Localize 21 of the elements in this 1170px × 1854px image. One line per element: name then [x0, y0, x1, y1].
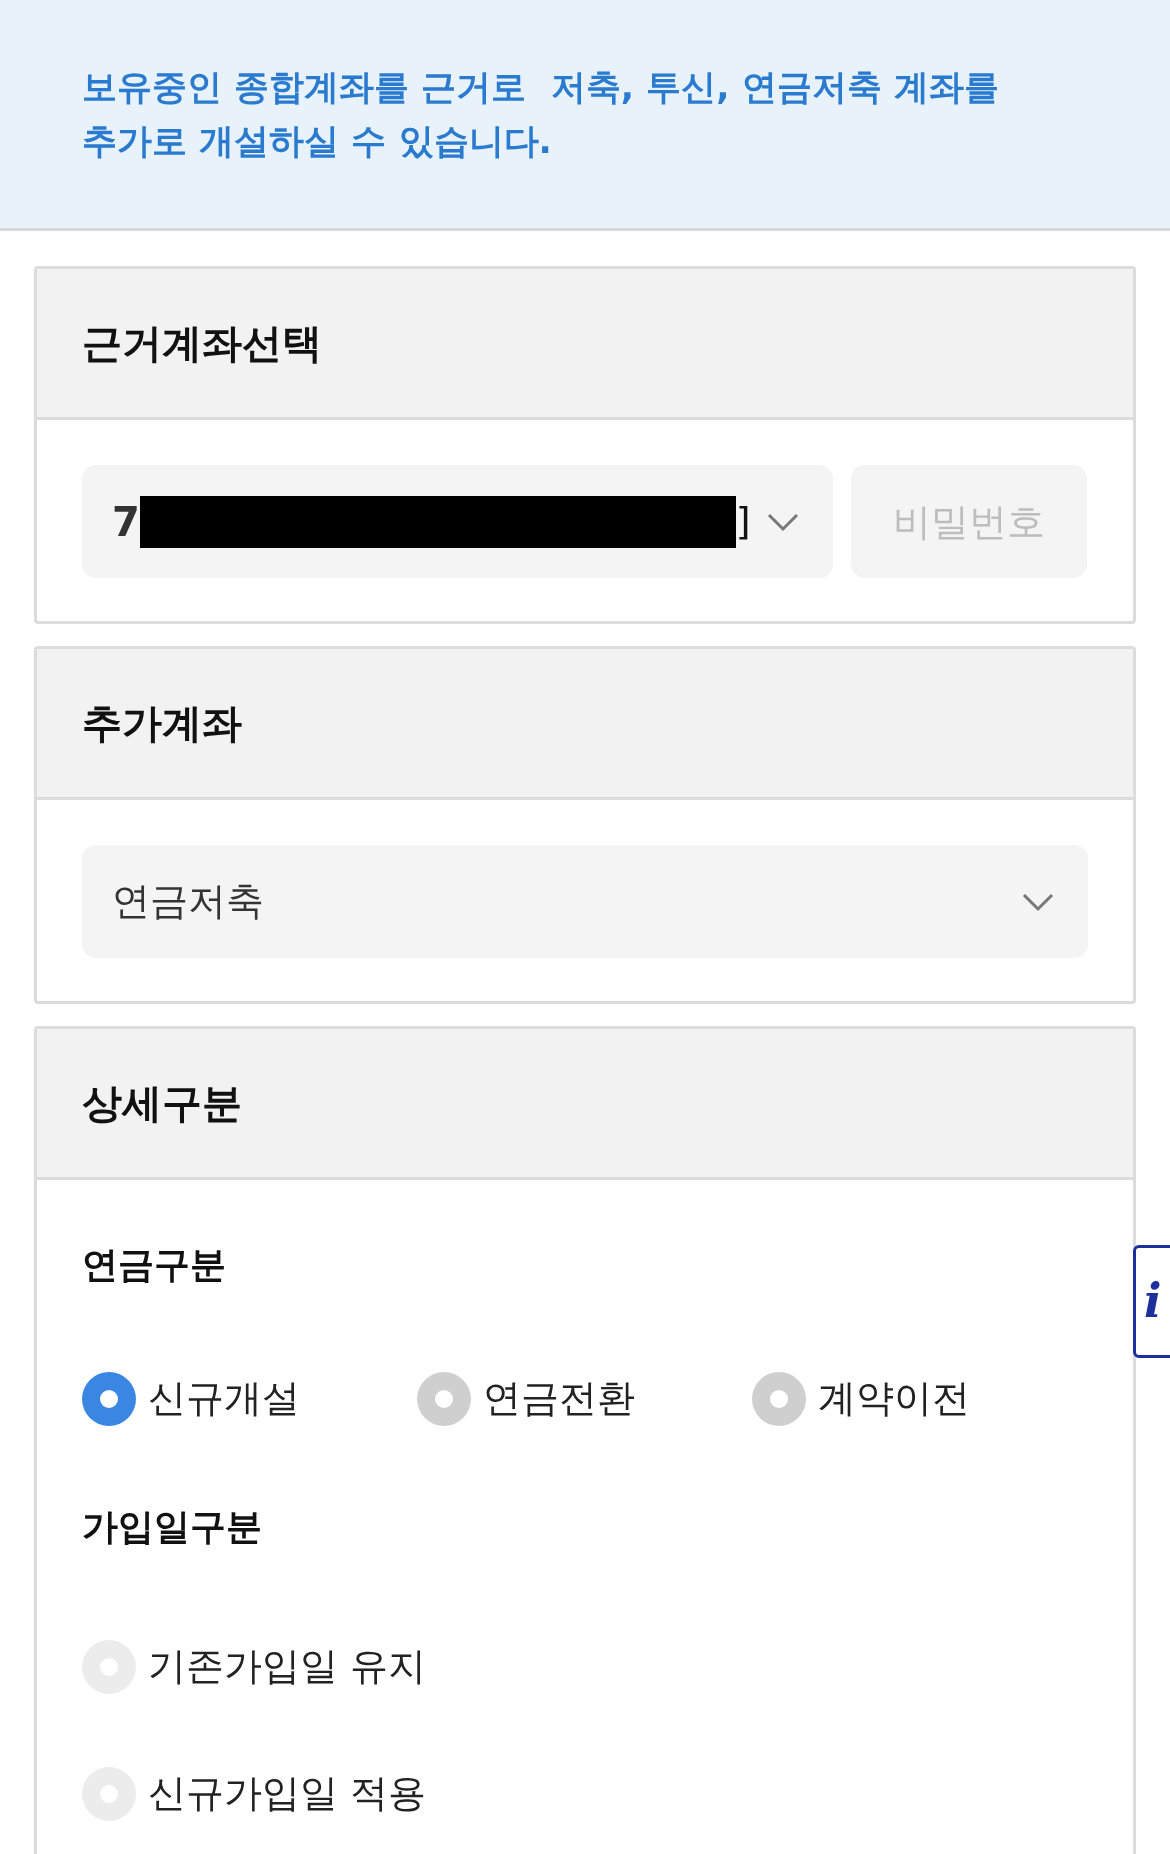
- radio-label: 신규가입일 적용: [148, 1770, 427, 1817]
- account-type-dropdown[interactable]: 연금저축: [82, 845, 1088, 958]
- account-bracket-text: ]: [735, 498, 751, 545]
- info-button[interactable]: i: [1133, 1245, 1170, 1358]
- radio-button[interactable]: [82, 1371, 136, 1426]
- radio-label: 계약이전: [818, 1375, 970, 1422]
- group-label: 가입일구분: [82, 1505, 263, 1549]
- section-title: 상세구분: [82, 1079, 242, 1128]
- chevron-down-icon: [1022, 891, 1054, 912]
- radio-button[interactable]: [417, 1371, 471, 1426]
- radio-label: 기존가입일 유지: [148, 1643, 427, 1690]
- account-number-text: 7: [112, 497, 140, 547]
- group-label: 연금구분: [82, 1243, 227, 1287]
- radio-button[interactable]: [752, 1371, 806, 1426]
- section-title: 추가계좌: [82, 699, 242, 748]
- chevron-down-icon: [767, 511, 799, 532]
- account-dropdown[interactable]: 7 ]: [82, 465, 833, 578]
- notice-text: 보유중인 종합계좌를 근거로 저축, 투신, 연금저축 계좌를 추가로 개설하실 수 있습니다.: [82, 66, 1000, 163]
- section-title: 근거계좌선택: [82, 319, 322, 368]
- radio-label: 연금전환: [483, 1375, 635, 1422]
- radio-label: 신규개설: [148, 1375, 300, 1422]
